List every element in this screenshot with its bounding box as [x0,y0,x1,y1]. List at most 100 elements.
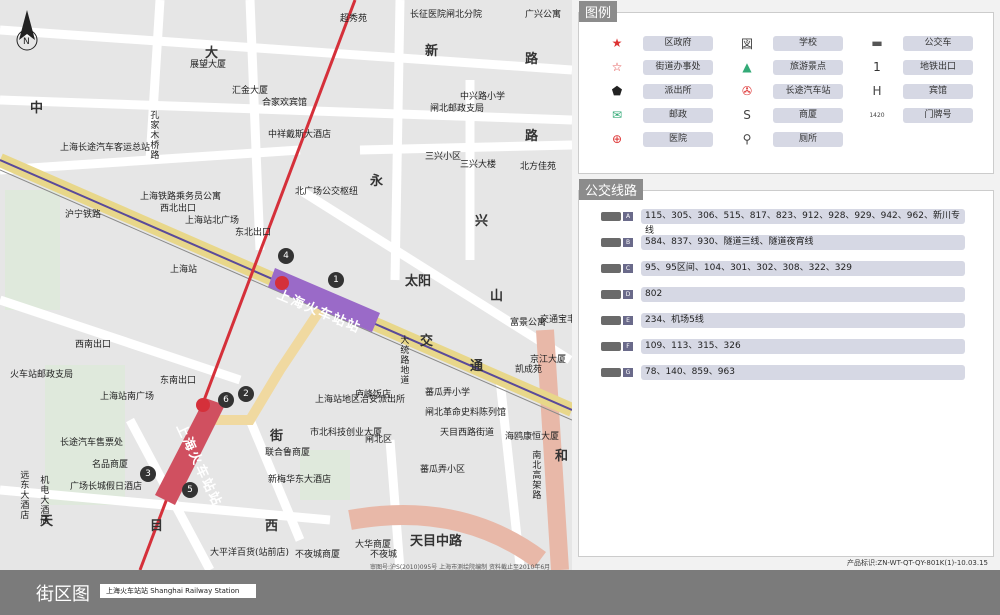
bus-code: F [623,342,633,351]
legend-item: ▲ 旅游景点 [739,59,843,75]
legend-label: 区政府 [643,35,713,51]
bus-lines: 78、140、859、963 [641,365,965,380]
bus-route-row: C 95、95区间、104、301、302、308、322、329 [601,261,965,276]
legend-item: ▬ 公交车 [869,35,973,51]
district-government-icon: ★ [611,36,623,50]
legend-item: ☆ 街道办事处 [609,59,713,75]
metro-exit-icon[interactable]: 6 [218,392,234,408]
bus-icon [601,316,621,325]
road-label-mu: 目 [150,519,164,534]
legend-item: ★ 区政府 [609,35,713,51]
street-office-icon: ☆ [611,60,623,74]
metro-exit-icon[interactable]: 1 [328,272,344,288]
place-label: 长征医院闸北分院 [410,10,483,20]
bus-icon [601,264,621,273]
place-label: 蕃瓜弄小区 [420,465,466,475]
place-label: 三兴小区 [425,152,462,162]
legend-item: ✇ 长途汽车站 [739,83,843,99]
legend-label: 公交车 [903,35,973,51]
legend-label: 学校 [773,35,843,51]
place-label: 交通宝丰大厦 [540,315,572,325]
place-label: 京江大厦 [530,355,567,365]
metro-exit-icon[interactable]: 2 [238,386,254,402]
legend-label: 医院 [643,131,713,147]
legend-item: ⚲ 厕所 [739,131,843,147]
long-distance-bus-icon: ✇ [741,84,753,98]
bottom-bar: 街区图 上海火车站站 Shanghai Railway Station [0,570,1000,615]
place-label: 广场长城假日酒店 [70,482,143,492]
legend-item: S 商厦 [739,107,843,123]
place-label: 不夜城商厦 [295,550,341,560]
legend-item: 1420 门牌号 [869,107,973,123]
place-label: 机电大酒店 [38,475,49,525]
place-label: 西南出口 [75,340,112,350]
bus-title: 公交线路 [579,179,644,200]
legend-label: 厕所 [773,131,843,147]
place-label: 上海长途汽车客运总站 [60,143,151,153]
road-label-lu2: 路 [525,129,539,144]
place-label: 上海站南广场 [100,392,155,402]
north-arrow-icon: N [10,10,44,52]
legend-label: 旅游景点 [773,59,843,75]
bus-lines: 584、837、930、隧道三线、隧道夜宵线 [641,235,965,250]
place-label: 西北出口 [160,204,197,214]
place-label: 庐峰饭店 [355,390,392,400]
bus-panel: 公交线路 A 115、305、306、515、817、823、912、928、92… [578,179,994,557]
hotel-icon: H [872,84,882,98]
place-label: 长途汽车售票处 [60,438,124,448]
road-label-tai: 太阳 [405,274,432,289]
station-name-pill: 上海火车站站 Shanghai Railway Station [100,584,256,598]
legend-label: 地铁出口 [903,59,973,75]
product-code: 产品标识:ZN-WT-QT-QY-801K(1)-10.03.15 [847,559,988,567]
place-label: 凯成苑 [515,365,543,375]
place-label: 联合鲁商厦 [265,448,311,458]
bus-route-row: B 584、837、930、隧道三线、隧道夜宵线 [601,235,965,250]
place-label: 闸北邮政支局 [430,104,485,114]
police-icon: ⬟ [611,84,623,98]
place-label: 远东大酒店 [18,470,29,520]
legend-item: ⬟ 派出所 [609,83,713,99]
road-label-shan: 山 [490,289,504,304]
metro-exit-icon: 1 [873,60,881,74]
svg-text:N: N [23,37,30,47]
road-label-jie: 街 [270,429,284,444]
place-label: 北广场公交枢纽 [295,187,359,197]
legend-label: 派出所 [643,83,713,99]
bus-icon [601,342,621,351]
place-label: 海鸥康恒大厦 [505,432,560,442]
legend-label: 宾馆 [903,83,973,99]
bus-icon: ▬ [871,36,883,50]
place-label: 大平洋百货(站前店) [210,548,290,558]
street-map[interactable]: N 上海火车站站 上海火车站站 大 新 路 中 路 永 兴 太阳 山 交 通 街… [0,0,572,570]
road-label-da: 大 [205,46,219,61]
bus-icon [601,212,621,221]
bus-lines: 234、机场5线 [641,313,965,328]
place-label: 名品商厦 [92,460,129,470]
metro-exit-icon[interactable]: 5 [182,482,198,498]
bus-code: D [623,290,633,299]
legend-label: 商厦 [773,107,843,123]
bus-code: E [623,316,633,325]
metro-exit-icon[interactable]: 3 [140,466,156,482]
place-label: 上海站 [170,265,198,275]
road-label-tianmu: 天目中路 [410,534,463,549]
legend-title: 图例 [579,1,618,22]
place-label: 大华商厦 [355,540,392,550]
bus-lines: 115、305、306、515、817、823、912、928、929、942、… [641,209,965,236]
place-label: 汇金大厦 [232,86,269,96]
place-label: 上海铁路乘务员公寓 [140,192,222,202]
legend-item: 1 地铁出口 [869,59,973,75]
road-label-xin: 新 [425,44,439,59]
bus-lines: 95、95区间、104、301、302、308、322、329 [641,261,965,276]
place-label: 蕃瓜弄小学 [425,388,471,398]
road-label-jiao: 交 [420,334,434,349]
place-label: 中兴路小学 [460,92,506,102]
bus-code: A [623,212,633,221]
place-label: 展望大厦 [190,60,227,70]
place-label: 火车站邮政支局 [10,370,74,380]
legend-label: 街道办事处 [643,59,713,75]
metro-exit-icon[interactable]: 4 [278,248,294,264]
legend-item: 図 学校 [739,35,843,51]
bus-icon [601,290,621,299]
place-label: 新梅华东大酒店 [268,475,332,485]
